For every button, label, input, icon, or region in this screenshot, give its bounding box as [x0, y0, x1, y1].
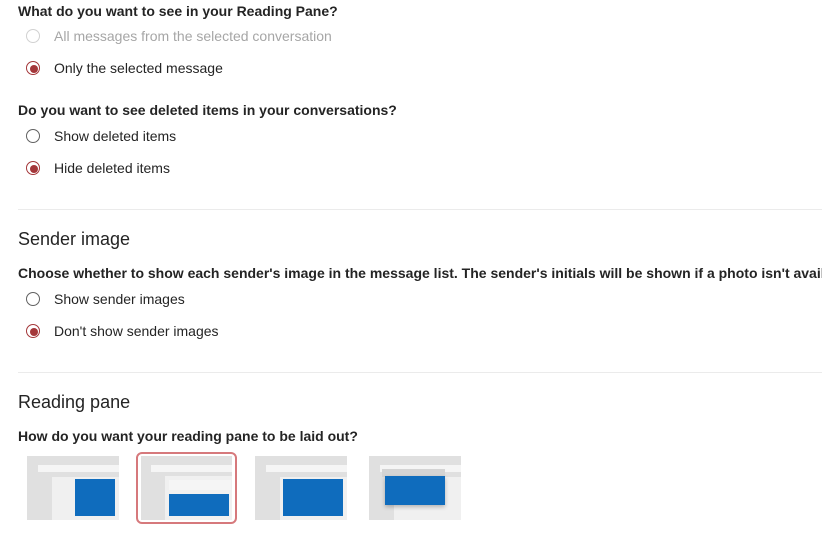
- radio-label: All messages from the selected conversat…: [54, 28, 332, 44]
- reading-pane-layout-question: How do you want your reading pane to be …: [18, 428, 358, 444]
- reading-pane-popup-option[interactable]: [369, 456, 461, 520]
- section-divider: [18, 372, 822, 373]
- radio-show-deleted-items[interactable]: Show deleted items: [26, 126, 176, 146]
- settings-page: What do you want to see in your Reading …: [0, 0, 822, 535]
- radio-dont-show-sender-images[interactable]: Don't show sender images: [26, 321, 219, 341]
- radio-button[interactable]: [26, 129, 40, 143]
- radio-show-sender-images[interactable]: Show sender images: [26, 289, 185, 309]
- deleted-items-question: Do you want to see deleted items in your…: [18, 102, 397, 118]
- reading-pane-popup-icon: [369, 456, 461, 520]
- reading-pane-title: Reading pane: [18, 392, 131, 412]
- section-divider: [18, 209, 822, 210]
- radio-label: Don't show sender images: [54, 323, 219, 339]
- radio-button[interactable]: [26, 29, 40, 43]
- sender-image-title: Sender image: [18, 229, 131, 249]
- radio-button[interactable]: [26, 292, 40, 306]
- radio-label: Show deleted items: [54, 128, 177, 144]
- radio-button[interactable]: [26, 324, 40, 338]
- reading-pane-hidden-option[interactable]: [255, 456, 347, 520]
- reading-pane-right-option[interactable]: [27, 456, 119, 520]
- sender-image-question: Choose whether to show each sender's ima…: [18, 265, 822, 281]
- reading-pane-right-icon: [27, 456, 119, 520]
- radio-all-messages[interactable]: All messages from the selected conversat…: [26, 26, 332, 46]
- reading-pane-bottom-option[interactable]: [136, 452, 237, 524]
- radio-button[interactable]: [26, 161, 40, 175]
- reading-pane-hidden-icon: [255, 456, 347, 520]
- reading-pane-bottom-icon: [141, 456, 232, 520]
- radio-hide-deleted-items[interactable]: Hide deleted items: [26, 158, 170, 178]
- radio-label: Show sender images: [54, 291, 185, 307]
- radio-label: Only the selected message: [54, 60, 223, 76]
- radio-only-selected-message[interactable]: Only the selected message: [26, 58, 223, 78]
- radio-label: Hide deleted items: [54, 160, 170, 176]
- reading-pane-content-question: What do you want to see in your Reading …: [18, 3, 338, 19]
- radio-button[interactable]: [26, 61, 40, 75]
